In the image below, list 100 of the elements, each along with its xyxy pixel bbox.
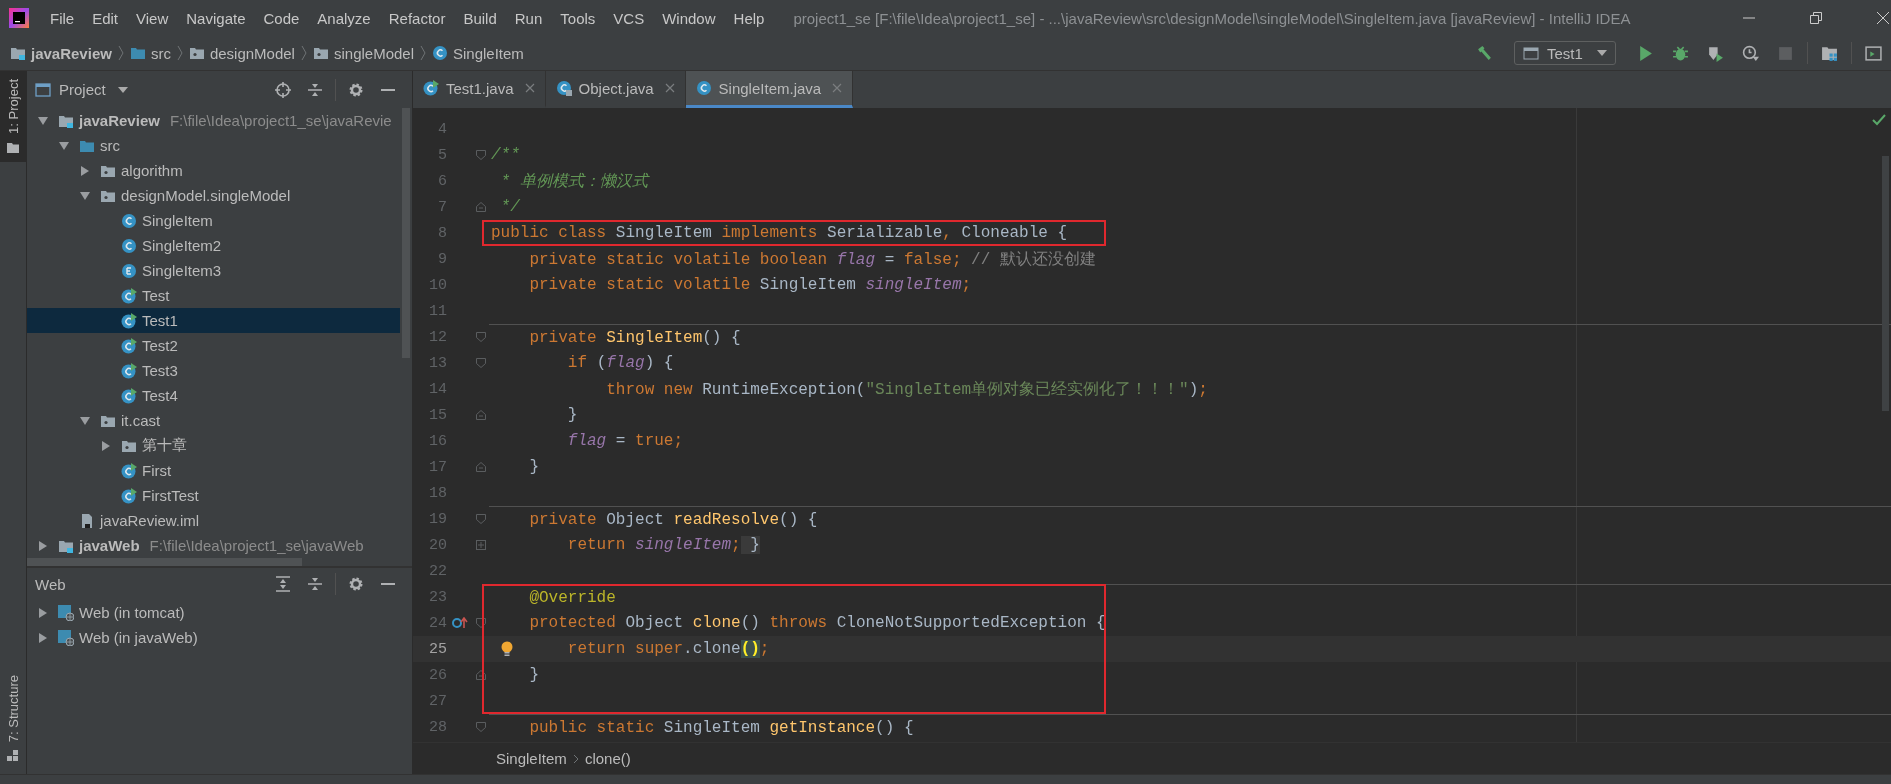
breadcrumb-item[interactable]: SingleItem <box>432 44 524 62</box>
menu-item[interactable]: Refactor <box>379 9 455 27</box>
breadcrumb-item[interactable]: javaReview <box>10 44 112 62</box>
tree-item[interactable]: javaReview F:\file\Idea\project1_se\javaRevie <box>27 108 400 133</box>
tree-item[interactable]: Test2 <box>27 333 400 358</box>
chevron-icon <box>300 45 307 61</box>
code-line: @Override <box>528 588 616 607</box>
tree-item[interactable]: Test1 <box>27 308 400 333</box>
menu-item[interactable]: Window <box>653 9 725 27</box>
collapsed-arrow-icon[interactable] <box>37 631 49 644</box>
folder-grid-icon[interactable] <box>1821 44 1838 62</box>
expand-all-icon[interactable] <box>275 576 291 592</box>
menu-item[interactable]: Analyze <box>308 9 380 27</box>
menu-item[interactable]: Run <box>505 9 552 27</box>
menu-item[interactable]: Navigate <box>177 9 255 27</box>
menu-item[interactable]: Tools <box>551 9 605 27</box>
fold-marker-icon[interactable] <box>476 332 486 342</box>
line-number: 27 <box>428 692 447 710</box>
panel-title-dropdown[interactable]: Project <box>35 81 128 98</box>
tree-item[interactable]: First <box>27 458 400 483</box>
collapsed-arrow-icon[interactable] <box>100 439 112 452</box>
fold-marker-icon[interactable] <box>476 514 486 524</box>
fold-marker-icon[interactable] <box>476 358 486 368</box>
scrollbar-thumb[interactable] <box>27 558 302 566</box>
breadcrumb-item[interactable]: designModel <box>188 44 295 62</box>
settings-icon[interactable] <box>348 81 364 98</box>
breadcrumb-item[interactable]: singleModel <box>312 44 414 62</box>
tree-item[interactable]: SingleItem <box>27 208 400 233</box>
tree-item[interactable]: Test <box>27 283 400 308</box>
hammer-icon[interactable] <box>1476 44 1493 62</box>
tree-item-label: src <box>100 137 120 154</box>
editor-tab[interactable]: SingleItem.java <box>685 71 854 108</box>
collapse-all-icon[interactable] <box>307 81 323 98</box>
code-line: private static volatile SingleItem singleItem; <box>528 276 972 294</box>
fold-marker-icon[interactable] <box>476 410 486 420</box>
tool-window-tab[interactable]: 1: Project <box>0 71 26 162</box>
tree-item[interactable]: Web (in tomcat) <box>27 600 412 625</box>
fold-marker-icon[interactable] <box>476 202 486 212</box>
line-number: 15 <box>428 406 447 424</box>
menu-item[interactable]: Edit <box>83 9 128 27</box>
menu-item[interactable]: Help <box>724 9 774 27</box>
lightbulb-icon[interactable] <box>501 641 513 657</box>
tree-item[interactable]: 第十章 <box>27 433 400 458</box>
runnable-class-icon <box>423 80 439 96</box>
chevron-icon <box>420 45 426 61</box>
close-icon[interactable] <box>1877 12 1889 24</box>
fold-marker-icon[interactable] <box>476 722 486 732</box>
shield-icon[interactable] <box>1707 44 1724 62</box>
tree-item[interactable]: designModel.singleModel <box>27 183 400 208</box>
tree-item[interactable]: Test4 <box>27 383 400 408</box>
tree-item-label: Test2 <box>142 337 178 354</box>
override-marker-icon[interactable] <box>452 617 468 629</box>
scrollbar-thumb[interactable] <box>1882 156 1889 411</box>
tree-item[interactable]: it.cast <box>27 408 400 433</box>
tree-item[interactable]: SingleItem2 <box>27 233 400 258</box>
breadcrumb-item[interactable]: SingleItem <box>496 750 567 767</box>
menu-item[interactable]: File <box>41 9 84 27</box>
collapsed-arrow-icon[interactable] <box>37 539 49 552</box>
tree-item[interactable]: FirstTest <box>27 483 400 508</box>
fold-marker-icon[interactable] <box>476 670 486 680</box>
module-path: F:\file\Idea\project1_se\javaRevie <box>169 112 392 129</box>
web-module-icon <box>58 629 74 646</box>
expanded-arrow-icon[interactable] <box>58 139 70 152</box>
fold-marker-icon[interactable] <box>476 462 486 472</box>
menu-item[interactable]: View <box>127 9 178 27</box>
expanded-arrow-icon[interactable] <box>37 114 49 127</box>
fold-marker-icon[interactable] <box>476 618 486 628</box>
menu-item[interactable]: Build <box>454 9 506 27</box>
crosshair-icon[interactable] <box>275 81 291 98</box>
expanded-arrow-icon[interactable] <box>79 414 91 427</box>
expanded-arrow-icon[interactable] <box>79 189 91 202</box>
run-configuration-dropdown[interactable]: Test1 <box>1514 41 1616 65</box>
bug-icon[interactable] <box>1672 44 1689 62</box>
tree-item[interactable]: SingleItem3 <box>27 258 400 283</box>
folder-icon <box>7 141 19 154</box>
runnable-class-icon <box>121 287 137 304</box>
tree-item[interactable]: javaReview.iml <box>27 508 400 533</box>
clock-icon[interactable] <box>1742 44 1759 62</box>
tree-item[interactable]: Test3 <box>27 358 400 383</box>
settings-icon[interactable] <box>348 576 364 592</box>
tree-item[interactable]: algorithm <box>27 158 400 183</box>
tree-item[interactable]: Web (in javaWeb) <box>27 625 412 650</box>
run-icon[interactable] <box>1637 44 1654 62</box>
editor-tab[interactable]: Object.java <box>545 71 686 108</box>
expand-fold-icon[interactable] <box>476 540 486 550</box>
menu-item[interactable]: Code <box>254 9 309 27</box>
tool-window-tab[interactable]: 7: Structure <box>0 666 26 770</box>
tree-item[interactable]: javaWeb F:\file\Idea\project1_se\javaWeb <box>27 533 400 558</box>
menu-item[interactable]: VCS <box>604 9 654 27</box>
fold-marker-icon[interactable] <box>476 150 486 160</box>
collapse-all-icon[interactable] <box>307 576 323 592</box>
breadcrumb-item[interactable]: clone() <box>584 750 631 767</box>
restore-icon[interactable] <box>1810 12 1822 24</box>
collapsed-arrow-icon[interactable] <box>79 164 91 177</box>
tree-item[interactable]: src <box>27 133 400 158</box>
editor-tab[interactable]: Test1.java <box>413 71 546 108</box>
collapsed-arrow-icon[interactable] <box>37 606 49 619</box>
breadcrumb-item[interactable]: src <box>129 44 171 62</box>
code-line: } <box>566 406 578 424</box>
terminal-window-icon[interactable] <box>1865 44 1882 62</box>
